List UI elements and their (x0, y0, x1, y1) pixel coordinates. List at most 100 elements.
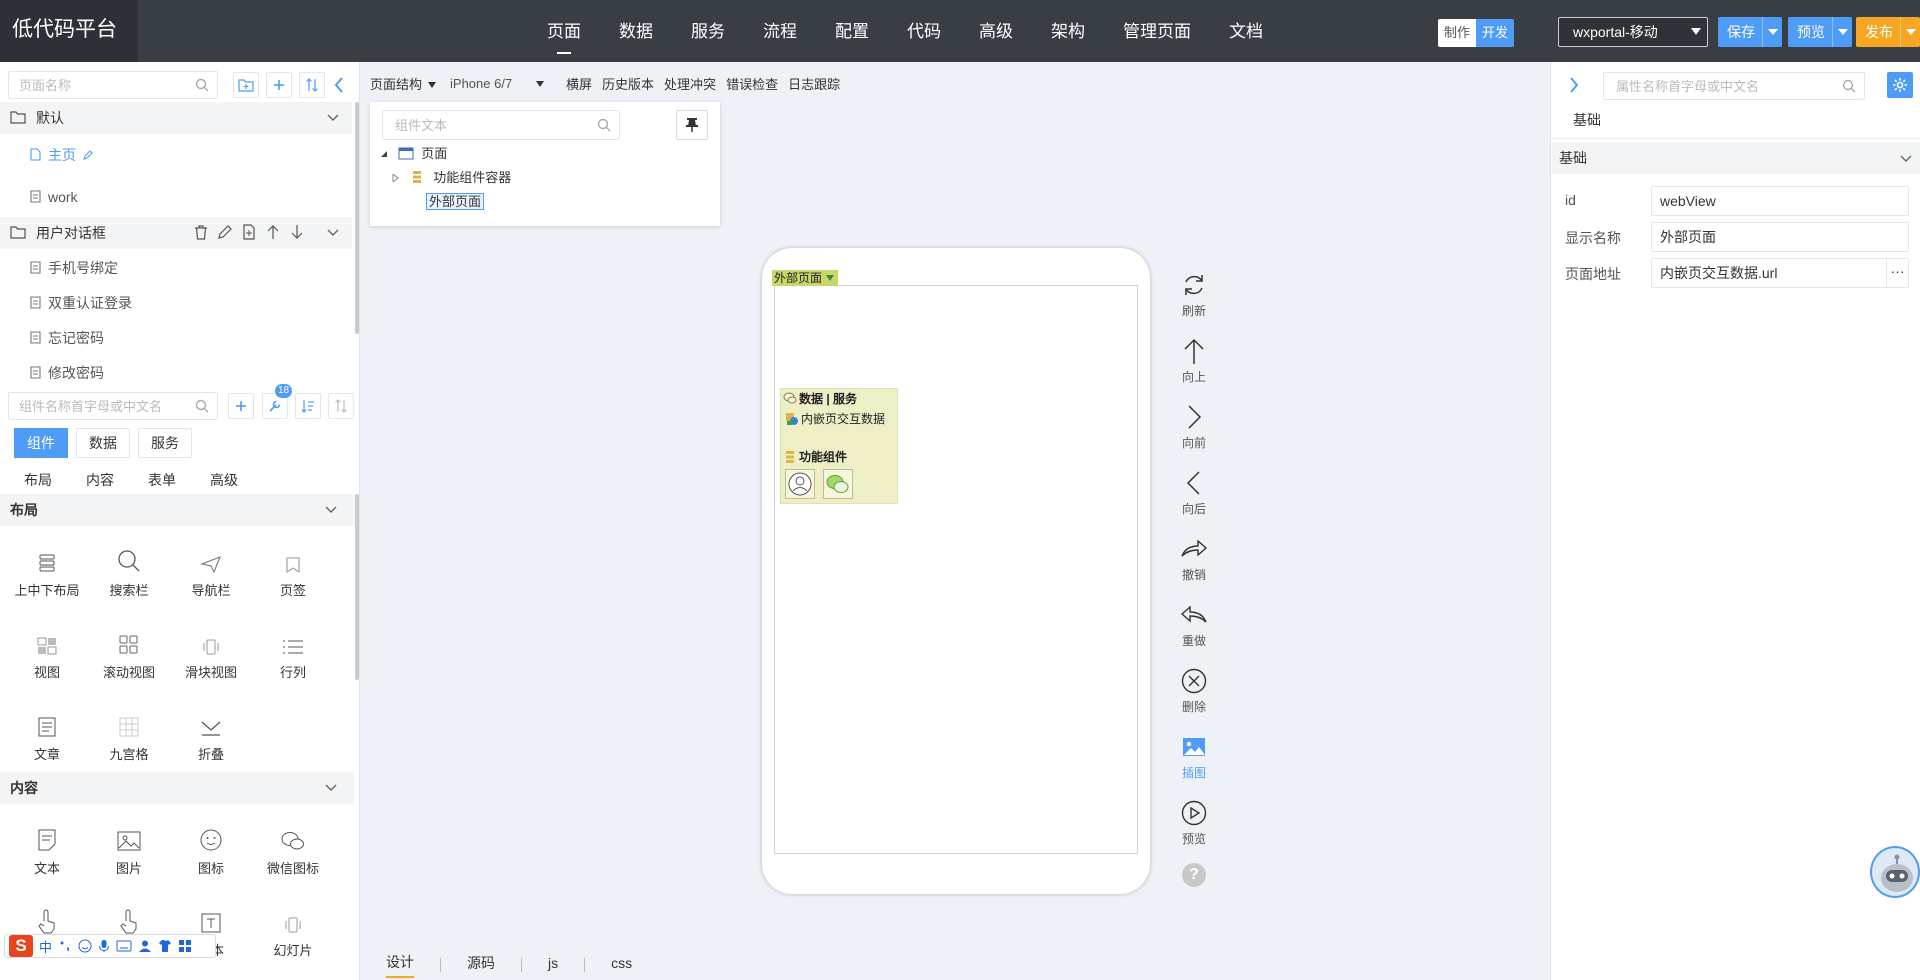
nav-manage-pages[interactable]: 管理页面 (1104, 0, 1210, 62)
comp-collapse[interactable]: 折叠 (170, 706, 252, 763)
nav-docs[interactable]: 文档 (1210, 0, 1282, 62)
tab-source[interactable]: 源码 (467, 953, 495, 977)
resolve-conflict-button[interactable]: 处理冲突 (664, 74, 716, 93)
component-tools-button[interactable]: 18 (262, 384, 293, 419)
page-item-two-factor-login[interactable]: 双重认证登录 (30, 293, 132, 313)
phone-screen[interactable] (774, 285, 1138, 854)
prop-id-input[interactable] (1652, 187, 1908, 215)
comp-image[interactable]: 图片 (88, 820, 170, 877)
comp-tab[interactable]: 页签 (252, 542, 334, 599)
preview-play-button[interactable]: 预览 (1168, 798, 1220, 847)
comp-nav-bar[interactable]: 导航栏 (170, 542, 252, 599)
list-sort-button[interactable] (295, 393, 321, 419)
tab-services[interactable]: 服务 (138, 428, 192, 458)
tab-design[interactable]: 设计 (386, 952, 414, 978)
chevron-down-icon[interactable] (326, 225, 340, 239)
nav-config[interactable]: 配置 (816, 0, 888, 62)
add-component-button[interactable] (228, 393, 254, 419)
page-group-user-dialogs[interactable]: 用户对话框 (0, 217, 352, 249)
page-item-change-password[interactable]: 修改密码 (30, 363, 104, 383)
tree-search-input[interactable] (383, 111, 619, 139)
nav-page[interactable]: 页面 (528, 0, 600, 62)
nav-advanced[interactable]: 高级 (960, 0, 1032, 62)
comp-scroll-view[interactable]: 滚动视图 (88, 624, 170, 681)
device-select[interactable]: iPhone 6/7 (450, 76, 556, 91)
tree-expand-icon[interactable] (392, 172, 400, 184)
ime-language[interactable]: 中 (39, 937, 52, 956)
chevron-down-icon[interactable] (326, 110, 340, 124)
subtab-form[interactable]: 表单 (148, 470, 176, 490)
tab-js[interactable]: js (548, 955, 558, 975)
publish-dropdown-icon[interactable] (1900, 17, 1920, 47)
prop-page-url-input[interactable] (1652, 259, 1884, 287)
settings-button[interactable] (1887, 72, 1913, 98)
shirt-icon[interactable] (158, 939, 172, 953)
comp-rows[interactable]: 行列 (252, 624, 334, 681)
publish-button[interactable]: 发布 (1856, 17, 1900, 47)
undo-button[interactable]: 撤销 (1168, 534, 1220, 583)
add-folder-button[interactable] (233, 72, 259, 98)
nav-architecture[interactable]: 架构 (1032, 0, 1104, 62)
nav-service[interactable]: 服务 (672, 0, 744, 62)
sort-pages-button[interactable] (299, 72, 325, 98)
pencil-icon[interactable] (82, 149, 94, 161)
redo-button[interactable]: 重做 (1168, 600, 1220, 649)
error-check-button[interactable]: 错误检查 (726, 74, 778, 93)
comp-slider-view[interactable]: 滑块视图 (170, 624, 252, 681)
user-component[interactable] (785, 469, 815, 499)
tree-collapse-icon[interactable] (380, 150, 388, 158)
apps-icon[interactable] (178, 939, 192, 953)
save-button[interactable]: 保存 (1718, 17, 1762, 47)
page-item-forgot-password[interactable]: 忘记密码 (30, 328, 104, 348)
help-button[interactable]: ? (1168, 860, 1220, 892)
tree-node-page[interactable]: 页面 (380, 144, 447, 164)
emoji-icon[interactable] (78, 939, 92, 953)
comp-slides[interactable]: 幻灯片 (252, 902, 334, 959)
ime-logo-icon[interactable]: S (9, 935, 33, 957)
history-button[interactable]: 历史版本 (602, 74, 654, 93)
nav-data[interactable]: 数据 (600, 0, 672, 62)
pin-button[interactable] (676, 110, 708, 140)
trash-icon[interactable] (192, 223, 210, 241)
mode-dev-button[interactable]: 开发 (1476, 19, 1514, 47)
file-add-icon[interactable] (240, 223, 258, 241)
keyboard-icon[interactable] (116, 940, 132, 952)
subtab-layout[interactable]: 布局 (24, 470, 52, 490)
delete-button[interactable]: 删除 (1168, 666, 1220, 715)
move-back-button[interactable]: 向后 (1168, 468, 1220, 517)
more-options-button[interactable]: ··· (1886, 259, 1908, 287)
save-dropdown-icon[interactable] (1762, 17, 1782, 47)
page-item-work[interactable]: work (30, 187, 78, 207)
webview-tag[interactable]: 外部页面 (772, 270, 839, 286)
comp-grid[interactable]: 九宫格 (88, 706, 170, 763)
comp-search-bar[interactable]: 搜索栏 (88, 542, 170, 599)
assistant-robot-icon[interactable] (1870, 846, 1920, 898)
wechat-component[interactable] (823, 469, 853, 499)
refresh-button[interactable]: 刷新 (1168, 270, 1220, 319)
collapse-left-icon[interactable] (334, 76, 344, 94)
arrow-up-icon[interactable] (264, 223, 282, 241)
edit-icon[interactable] (216, 223, 234, 241)
reorder-button[interactable] (328, 393, 354, 419)
section-basic[interactable]: 基础 (1551, 142, 1920, 174)
chevron-down-icon[interactable] (324, 502, 338, 516)
tree-node-function-container[interactable]: 功能组件容器 (392, 168, 511, 188)
subtab-content[interactable]: 内容 (86, 470, 114, 490)
component-search-input[interactable] (9, 393, 217, 419)
landscape-button[interactable]: 横屏 (566, 74, 592, 93)
page-search-input[interactable] (9, 72, 217, 98)
prop-display-name-input[interactable] (1652, 223, 1908, 251)
move-forward-button[interactable]: 向前 (1168, 402, 1220, 451)
chevron-down-icon[interactable] (1899, 151, 1913, 165)
tab-data[interactable]: 数据 (76, 428, 130, 458)
comp-icon[interactable]: 图标 (170, 820, 252, 877)
section-layout[interactable]: 布局 (0, 494, 354, 526)
page-group-default[interactable]: 默认 (0, 102, 352, 134)
preview-button[interactable]: 预览 (1788, 17, 1832, 47)
section-content[interactable]: 内容 (0, 772, 354, 804)
preview-dropdown-icon[interactable] (1832, 17, 1852, 47)
log-trace-button[interactable]: 日志跟踪 (788, 74, 840, 93)
page-item-phone-bind[interactable]: 手机号绑定 (30, 258, 118, 278)
insert-image-button[interactable]: 插图 (1168, 732, 1220, 781)
punctuation-icon[interactable] (58, 939, 72, 953)
